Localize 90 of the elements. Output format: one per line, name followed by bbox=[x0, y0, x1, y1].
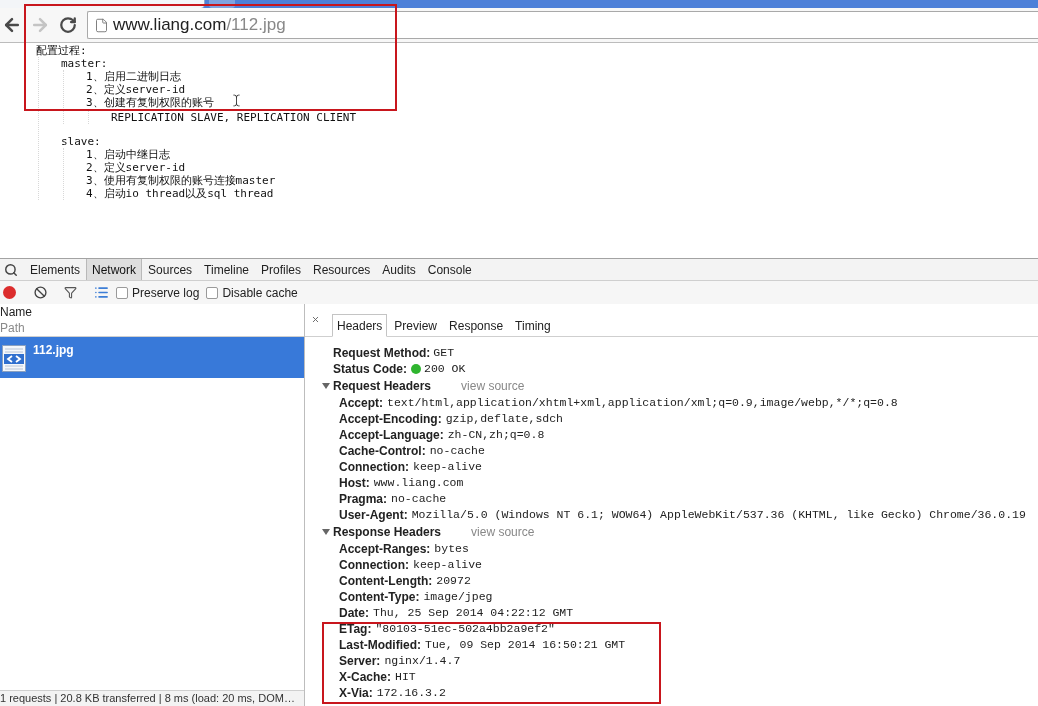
section-title[interactable]: Response Headers bbox=[333, 523, 442, 541]
devtools-tab[interactable]: Resources bbox=[307, 259, 377, 280]
header-name: Pragma: bbox=[339, 491, 388, 508]
header-value: gzip,deflate,sdch bbox=[445, 411, 563, 428]
devtools-tab[interactable]: Elements bbox=[24, 259, 87, 280]
section-title[interactable]: Request Headers bbox=[333, 377, 432, 395]
header-value: keep-alive bbox=[413, 557, 482, 574]
details-tab[interactable]: Timing bbox=[510, 314, 556, 337]
view-source-link[interactable]: view source bbox=[461, 377, 525, 395]
header-name: Accept-Encoding: bbox=[339, 411, 442, 428]
outline-line: 1、启动中继日志 bbox=[86, 148, 170, 161]
filter-icon[interactable] bbox=[64, 286, 77, 299]
header-value: keep-alive bbox=[413, 459, 482, 476]
view-source-link[interactable]: view source bbox=[471, 523, 535, 541]
disclosure-triangle-icon[interactable] bbox=[322, 528, 330, 536]
outline-line: 1、启用二进制日志 bbox=[86, 70, 181, 83]
header-value: Mozilla/5.0 (Windows NT 6.1; WOW64) AppleWebKit/537.36 (KHTML, like Gecko) Chrome/36.0.19 bbox=[411, 507, 1026, 524]
header-name: Accept-Ranges: bbox=[339, 541, 431, 558]
option-checkbox[interactable]: Preserve log bbox=[116, 283, 200, 302]
record-icon[interactable] bbox=[3, 286, 16, 299]
url-host: www.liang.com bbox=[113, 14, 227, 37]
option-checkbox[interactable]: Disable cache bbox=[206, 283, 298, 302]
header-value: 20972 bbox=[436, 573, 471, 590]
field-name: Status Code: bbox=[333, 361, 407, 378]
header-value: image/jpeg bbox=[423, 589, 493, 606]
header-name: X-Cache: bbox=[339, 669, 391, 686]
header-value: Thu, 25 Sep 2014 04:22:12 GMT bbox=[373, 605, 574, 622]
field-name: Request Method: bbox=[333, 345, 431, 362]
details-tab[interactable]: Response bbox=[444, 314, 509, 337]
header-name: Host: bbox=[339, 475, 370, 492]
text-cursor-icon bbox=[230, 94, 243, 107]
outline-line: 3、使用有复制权限的账号连接master bbox=[86, 174, 276, 187]
url-path: /112.jpg bbox=[226, 14, 286, 37]
details-tab[interactable]: Headers bbox=[332, 314, 388, 337]
field-value: 200 OK bbox=[424, 361, 466, 378]
outline-line: 4、启动io thread以及sql thread bbox=[86, 187, 274, 200]
header-value: nginx/1.4.7 bbox=[384, 653, 461, 670]
header-value: text/html,application/xhtml+xml,application/xml;q=0.9,image/webp,*/*;q=0.8 bbox=[387, 395, 898, 412]
request-row[interactable]: 112.jpg bbox=[0, 337, 304, 378]
devtools-tab[interactable]: Audits bbox=[376, 259, 422, 280]
code-file-icon bbox=[2, 345, 26, 372]
header-value: no-cache bbox=[391, 491, 447, 508]
header-value: 172.16.3.2 bbox=[376, 685, 446, 702]
header-value: "80103-51ec-502a4bb2a9ef2" bbox=[375, 621, 555, 638]
path-column-subtitle: Path bbox=[0, 320, 25, 336]
header-value: bytes bbox=[434, 541, 469, 558]
details-tab[interactable]: Preview bbox=[389, 314, 443, 337]
outline-line: master: bbox=[61, 57, 108, 70]
header-name: Date: bbox=[339, 605, 369, 622]
header-name: Last-Modified: bbox=[339, 637, 421, 654]
header-name: User-Agent: bbox=[339, 507, 408, 524]
header-value: www.liang.com bbox=[373, 475, 464, 492]
address-bar[interactable]: www.liang.com/112.jpg bbox=[87, 11, 1038, 39]
header-value: no-cache bbox=[429, 443, 485, 460]
outline-line: 2、定义server-id bbox=[86, 83, 186, 96]
header-name: Accept: bbox=[339, 395, 383, 412]
header-value: HIT bbox=[395, 669, 416, 686]
close-icon[interactable] bbox=[311, 315, 320, 324]
outline-line: 3、创建有复制权限的账号 bbox=[86, 96, 214, 109]
search-icon[interactable] bbox=[4, 262, 18, 277]
large-rows-icon[interactable] bbox=[94, 285, 109, 300]
header-name: Connection: bbox=[339, 557, 409, 574]
header-name: Cache-Control: bbox=[339, 443, 426, 460]
clear-icon[interactable] bbox=[34, 286, 47, 299]
header-name: X-Via: bbox=[339, 685, 373, 702]
reload-icon[interactable] bbox=[59, 16, 77, 34]
field-value: GET bbox=[433, 345, 455, 362]
devtools-tab[interactable]: Timeline bbox=[198, 259, 255, 280]
header-name: Accept-Language: bbox=[339, 427, 444, 444]
header-name: Server: bbox=[339, 653, 381, 670]
disclosure-triangle-icon[interactable] bbox=[322, 382, 330, 390]
header-name: Content-Type: bbox=[339, 589, 420, 606]
header-value: Tue, 09 Sep 2014 16:50:21 GMT bbox=[425, 637, 626, 654]
devtools-tab[interactable]: Console bbox=[421, 259, 478, 280]
page-icon bbox=[94, 17, 109, 33]
outline-line: REPLICATION SLAVE, REPLICATION CLIENT bbox=[111, 111, 357, 124]
outline-line: 配置过程: bbox=[36, 44, 87, 57]
devtools-tab[interactable]: Sources bbox=[142, 259, 199, 280]
back-icon[interactable] bbox=[2, 15, 22, 35]
devtools-tab[interactable]: Network bbox=[86, 259, 143, 280]
header-name: Content-Length: bbox=[339, 573, 433, 590]
outline-line: 2、定义server-id bbox=[86, 161, 186, 174]
header-name: ETag: bbox=[339, 621, 372, 638]
devtools-tab[interactable]: Profiles bbox=[255, 259, 307, 280]
header-value: zh-CN,zh;q=0.8 bbox=[447, 427, 545, 444]
header-name: Connection: bbox=[339, 459, 409, 476]
summary-text: 1 requests | 20.8 KB transferred | 8 ms (load: 20 ms, DOM… bbox=[0, 691, 295, 706]
name-column-title[interactable]: Name bbox=[0, 304, 32, 320]
request-name: 112.jpg bbox=[33, 342, 74, 358]
outline-line: slave: bbox=[61, 135, 101, 148]
